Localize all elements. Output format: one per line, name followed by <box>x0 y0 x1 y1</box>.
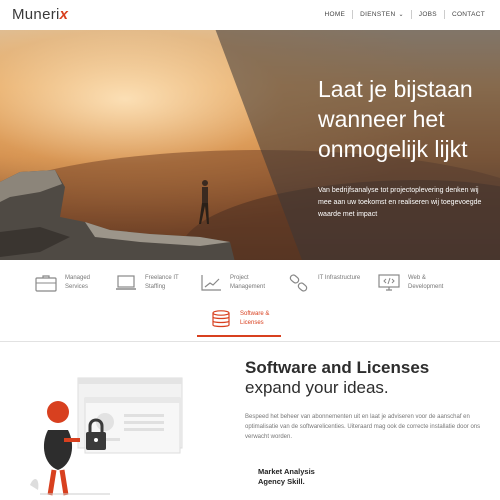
cliff-image <box>0 170 235 260</box>
database-icon <box>212 310 230 328</box>
tab-managed-services[interactable]: Managed Services <box>35 274 111 292</box>
nav-jobs[interactable]: JOBS <box>412 11 444 18</box>
tab-label: Software & Licenses <box>240 311 270 326</box>
tab-project-management[interactable]: Project Management <box>200 274 276 292</box>
subheading-line: Agency Skill. <box>258 477 305 486</box>
section-title: Software and Licenses <box>245 358 430 377</box>
section-subheading: Market Analysis Agency Skill. <box>258 467 315 487</box>
active-tab-indicator <box>197 335 281 337</box>
services-tabs: Managed Services Freelance IT Staffing P… <box>0 262 500 342</box>
hero-title: Laat je bijstaan wanneer het onmogelijk … <box>318 76 473 162</box>
tab-label: Project Management <box>230 275 266 290</box>
tab-label: Managed Services <box>65 275 91 290</box>
person-figure <box>199 180 209 224</box>
tab-software-licenses[interactable]: Software & Licenses <box>210 310 286 328</box>
section-body: Bespeed het beheer van abonnementen uit … <box>245 414 481 440</box>
nav-diensten-label: DIENSTEN <box>360 11 396 18</box>
chevron-down-icon: ⌄ <box>398 12 404 18</box>
chart-icon <box>201 275 221 291</box>
tab-it-infrastructure[interactable]: IT Infrastructure <box>288 274 364 292</box>
security-illustration <box>30 377 183 496</box>
nav-diensten[interactable]: DIENSTEN ⌄ <box>353 11 411 18</box>
hero-banner: Laat je bijstaan wanneer het onmogelijk … <box>0 30 500 260</box>
main-nav: HOME DIENSTEN ⌄ JOBS CONTACT <box>317 10 492 19</box>
tab-label: Freelance IT Staffing <box>145 275 179 290</box>
subheading-line: Market Analysis <box>258 467 315 476</box>
tab-label: IT Infrastructure <box>318 275 361 281</box>
tab-web-development[interactable]: Web & Development <box>378 274 454 292</box>
tab-freelance-it-staffing[interactable]: Freelance IT Staffing <box>115 274 191 292</box>
nav-contact[interactable]: CONTACT <box>445 11 492 18</box>
hero-text: Van bedrijfsanalyse tot projectopleverin… <box>318 187 482 218</box>
code-monitor-icon <box>378 274 400 291</box>
tab-label: Web & Development <box>408 275 444 290</box>
link-icon <box>289 274 308 292</box>
site-header: Munerix HOME DIENSTEN ⌄ JOBS CONTACT <box>0 0 500 30</box>
briefcase-icon <box>35 275 57 292</box>
logo[interactable]: Munerix <box>12 6 68 23</box>
nav-home[interactable]: HOME <box>317 11 352 18</box>
section-subtitle: expand your ideas. <box>245 378 389 397</box>
laptop-icon <box>116 275 136 290</box>
